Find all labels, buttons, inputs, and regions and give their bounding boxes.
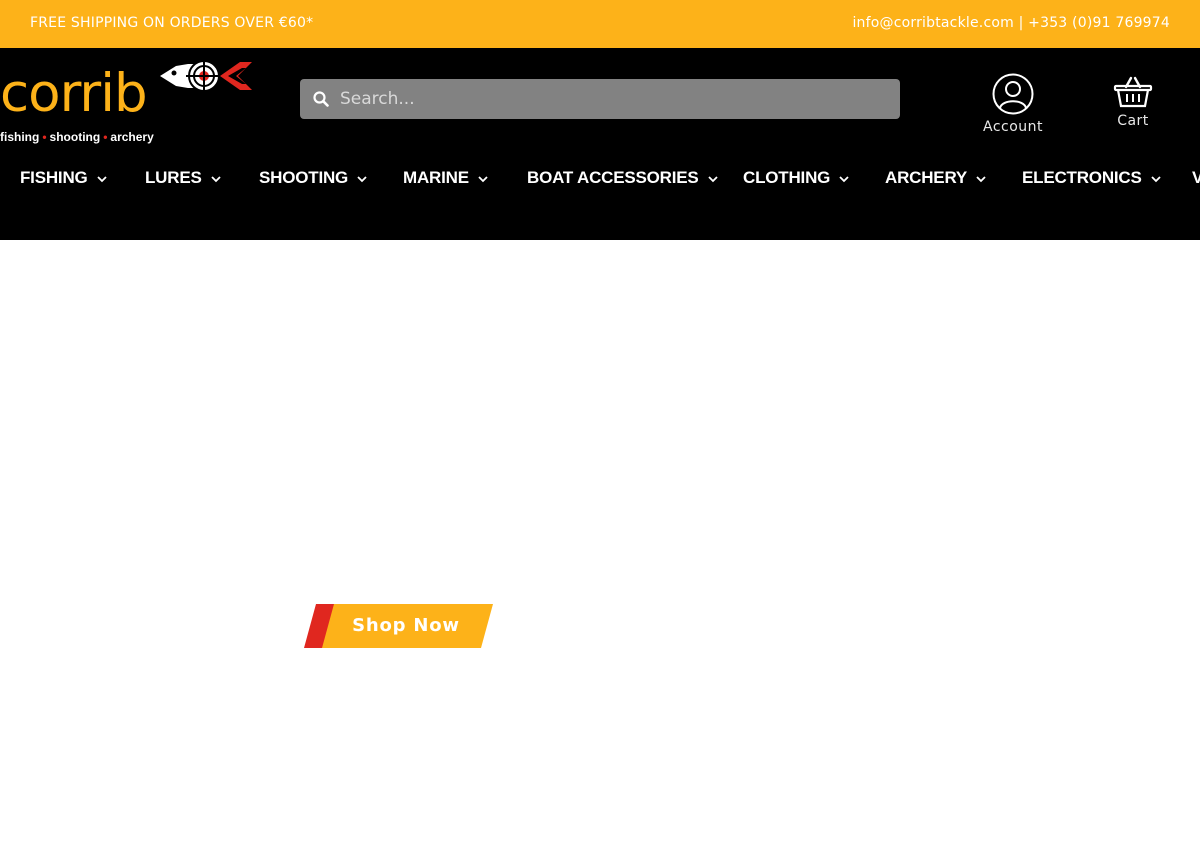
chevron-down-icon xyxy=(1151,175,1161,182)
nav-item-label: V xyxy=(1192,168,1200,187)
free-shipping-text: FREE SHIPPING ON ORDERS OVER €60* xyxy=(30,15,314,31)
nav-item-archery[interactable]: ARCHERY xyxy=(885,168,986,188)
nav-item-truncated[interactable]: V xyxy=(1192,168,1200,188)
account-label: Account xyxy=(982,119,1044,135)
chevron-down-icon xyxy=(210,175,221,182)
chevron-down-icon xyxy=(976,175,986,182)
nav-item-clothing[interactable]: CLOTHING xyxy=(743,168,849,188)
nav-item-label: SHOOTING xyxy=(259,168,349,187)
nav-item-marine[interactable]: MARINE xyxy=(403,168,488,188)
nav-item-electronics[interactable]: ELECTRONICS xyxy=(1022,168,1161,188)
nav-item-label: BOAT ACCESSORIES xyxy=(527,168,699,187)
hero-section: Shop Now xyxy=(0,240,1200,850)
cart-label: Cart xyxy=(1117,113,1149,129)
search-input[interactable] xyxy=(340,79,880,119)
chevron-down-icon xyxy=(839,175,849,182)
chevron-down-icon xyxy=(478,175,488,182)
shop-now-button[interactable]: Shop Now xyxy=(304,604,494,648)
tagline-separator: • xyxy=(42,130,47,144)
cart-link[interactable]: Cart xyxy=(1103,75,1163,137)
user-icon xyxy=(992,73,1034,115)
nav-item-label: FISHING xyxy=(20,168,88,187)
tagline-shooting: shooting xyxy=(49,130,101,144)
tagline-archery: archery xyxy=(110,130,154,144)
basket-icon xyxy=(1113,76,1153,108)
tagline-separator: • xyxy=(103,130,108,144)
nav-item-label: MARINE xyxy=(403,168,469,187)
nav-item-lures[interactable]: LURES xyxy=(145,168,221,188)
main-nav: FISHING LURES SHOOTING MARINE BOAT ACCES… xyxy=(0,160,1200,200)
contact-info-link[interactable]: info@corribtackle.com | +353 (0)91 76997… xyxy=(852,15,1170,31)
search-icon[interactable] xyxy=(313,91,329,107)
site-header: corrib fishing•shooting•archery A xyxy=(0,48,1200,240)
chevron-down-icon xyxy=(357,175,367,182)
logo-tagline: fishing • shooting • archery xyxy=(0,130,154,144)
account-link[interactable]: Account xyxy=(968,73,1058,141)
shop-now-label: Shop Now xyxy=(352,615,460,636)
corrib-logo[interactable]: corrib fishing • shooting • archery xyxy=(0,54,260,148)
nav-item-label: ARCHERY xyxy=(885,168,968,187)
fish-target-logo-icon xyxy=(160,58,252,94)
tagline-fishing: fishing xyxy=(0,130,40,144)
nav-item-label: CLOTHING xyxy=(743,168,831,187)
nav-item-label: ELECTRONICS xyxy=(1022,168,1142,187)
chevron-down-icon xyxy=(707,175,718,182)
nav-item-fishing[interactable]: FISHING xyxy=(20,168,107,188)
nav-item-label: LURES xyxy=(145,168,202,187)
logo-wordmark: corrib xyxy=(0,63,148,124)
search-bar[interactable] xyxy=(300,79,900,119)
chevron-down-icon xyxy=(96,175,107,182)
top-promo-bar: FREE SHIPPING ON ORDERS OVER €60* info@c… xyxy=(0,0,1200,48)
nav-item-boat-accessories[interactable]: BOAT ACCESSORIES xyxy=(527,168,718,188)
nav-item-shooting[interactable]: SHOOTING xyxy=(259,168,367,188)
